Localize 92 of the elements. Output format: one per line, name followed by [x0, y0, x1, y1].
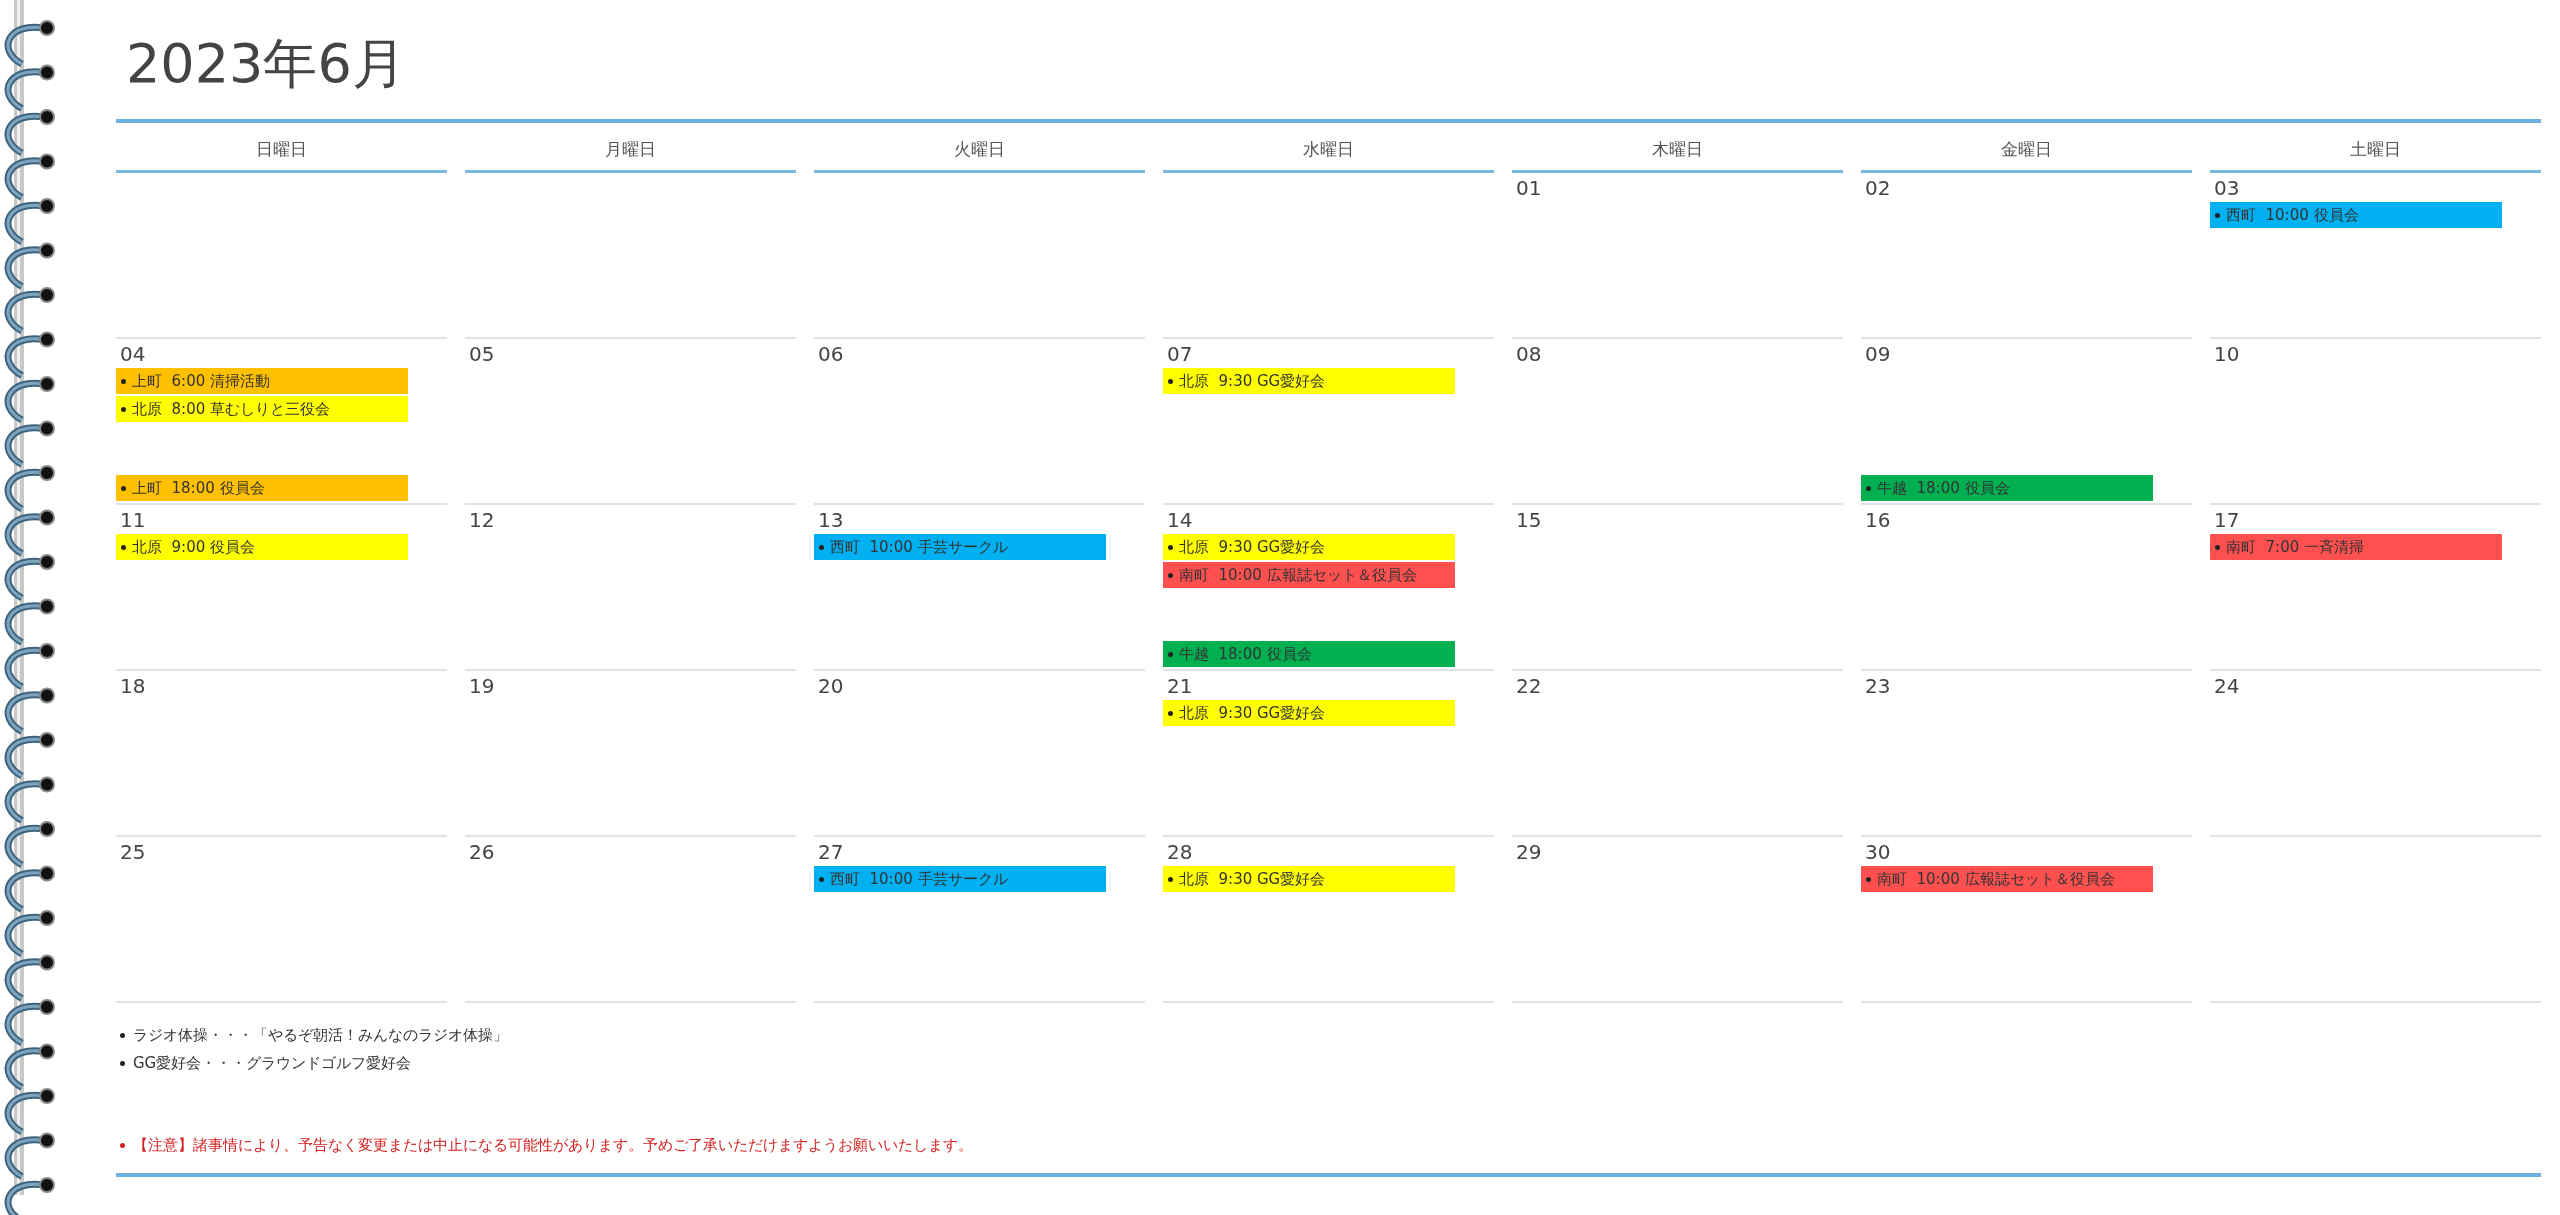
event-text: 北原 8:00 草むしりと三役会	[132, 399, 330, 420]
date-number: 26	[468, 839, 496, 866]
date-number: 03	[2213, 175, 2241, 202]
weekday-header: 木曜日	[1652, 139, 1703, 159]
event-bar[interactable]: 牛越 18:00 役員会	[1861, 475, 2153, 501]
date-number: 08	[1515, 341, 1543, 368]
bullet-icon	[2215, 212, 2220, 218]
date-number: 15	[1515, 507, 1543, 534]
month-title: 2023年6月	[125, 31, 407, 93]
event-bar[interactable]: 北原 9:30 GG愛好会	[1163, 368, 1455, 394]
date-number: 20	[817, 673, 845, 700]
bullet-icon	[819, 876, 824, 882]
event-bar[interactable]: 北原 9:00 役員会	[116, 534, 408, 560]
bullet-icon	[121, 544, 126, 550]
event-bar[interactable]: 西町 10:00 手芸サークル	[814, 534, 1106, 560]
event-bar[interactable]: 南町 10:00 広報誌セット＆役員会	[1163, 562, 1455, 588]
date-number: 13	[817, 507, 845, 534]
event-text: 北原 9:30 GG愛好会	[1179, 703, 1326, 724]
date-number: 11	[119, 507, 147, 534]
warning-note: 【注意】諸事情により、予告なく変更または中止になる可能性があります。予めご了承いただけますようお願いいたします。	[133, 1135, 973, 1155]
bullet-icon	[1168, 378, 1173, 384]
event-text: 北原 9:00 役員会	[132, 537, 255, 558]
date-number: 17	[2213, 507, 2241, 534]
date-number: 02	[1864, 175, 1892, 202]
event-bar[interactable]: 牛越 18:00 役員会	[1163, 641, 1455, 667]
bullet-icon	[120, 1032, 125, 1038]
event-text: 南町 10:00 広報誌セット＆役員会	[1179, 565, 1417, 586]
event-text: 北原 9:30 GG愛好会	[1179, 537, 1326, 558]
weekday-header: 火曜日	[954, 139, 1005, 159]
note-text: ラジオ体操・・・「やるぞ朝活！みんなのラジオ体操」	[133, 1025, 508, 1045]
note-text: GG愛好会・・・グラウンドゴルフ愛好会	[133, 1053, 412, 1073]
event-bar[interactable]: 北原 8:00 草むしりと三役会	[116, 396, 408, 422]
event-bar[interactable]: 上町 6:00 清掃活動	[116, 368, 408, 394]
date-number: 12	[468, 507, 496, 534]
date-number: 06	[817, 341, 845, 368]
bullet-icon	[120, 1060, 125, 1066]
bullet-icon	[819, 544, 824, 550]
bullet-icon	[1168, 710, 1173, 716]
date-number: 18	[119, 673, 147, 700]
weekday-header: 土曜日	[2350, 139, 2401, 159]
date-number: 19	[468, 673, 496, 700]
event-text: 上町 18:00 役員会	[132, 478, 265, 499]
weekday-header: 水曜日	[1303, 139, 1354, 159]
event-bar[interactable]: 西町 10:00 手芸サークル	[814, 866, 1106, 892]
event-text: 上町 6:00 清掃活動	[132, 371, 270, 392]
bullet-icon	[121, 485, 126, 491]
bullet-icon	[1866, 485, 1871, 491]
weekday-header: 金曜日	[2001, 139, 2052, 159]
date-number: 09	[1864, 341, 1892, 368]
event-text: 南町 7:00 一斉清掃	[2226, 537, 2364, 558]
event-bar[interactable]: 北原 9:30 GG愛好会	[1163, 700, 1455, 726]
bullet-icon	[1168, 572, 1173, 578]
event-bar[interactable]: 北原 9:30 GG愛好会	[1163, 534, 1455, 560]
bullet-icon	[1866, 876, 1871, 882]
date-number: 27	[817, 839, 845, 866]
date-number: 21	[1166, 673, 1194, 700]
event-text: 北原 9:30 GG愛好会	[1179, 869, 1326, 890]
event-bar[interactable]: 上町 18:00 役員会	[116, 475, 408, 501]
date-number: 30	[1864, 839, 1892, 866]
event-bar[interactable]: 南町 7:00 一斉清掃	[2210, 534, 2502, 560]
event-text: 西町 10:00 手芸サークル	[830, 537, 1008, 558]
date-number: 29	[1515, 839, 1543, 866]
event-bar[interactable]: 西町 10:00 役員会	[2210, 202, 2502, 228]
event-bar[interactable]: 南町 10:00 広報誌セット＆役員会	[1861, 866, 2153, 892]
bullet-icon	[2215, 544, 2220, 550]
date-number: 24	[2213, 673, 2241, 700]
date-number: 16	[1864, 507, 1892, 534]
date-number: 23	[1864, 673, 1892, 700]
date-number: 28	[1166, 839, 1194, 866]
event-text: 南町 10:00 広報誌セット＆役員会	[1877, 869, 2115, 890]
date-number: 01	[1515, 175, 1543, 202]
date-number: 05	[468, 341, 496, 368]
date-number: 22	[1515, 673, 1543, 700]
date-number: 14	[1166, 507, 1194, 534]
date-number: 04	[119, 341, 147, 368]
weekday-header: 日曜日	[256, 139, 307, 159]
bullet-icon	[1168, 544, 1173, 550]
date-number: 25	[119, 839, 147, 866]
event-text: 牛越 18:00 役員会	[1179, 644, 1312, 665]
date-number: 07	[1166, 341, 1194, 368]
weekday-header: 月曜日	[605, 139, 656, 159]
event-text: 西町 10:00 手芸サークル	[830, 869, 1008, 890]
bullet-icon	[1168, 876, 1173, 882]
bullet-icon	[1168, 651, 1173, 657]
event-text: 牛越 18:00 役員会	[1877, 478, 2010, 499]
event-text: 北原 9:30 GG愛好会	[1179, 371, 1326, 392]
bullet-icon	[121, 406, 126, 412]
event-bar[interactable]: 北原 9:30 GG愛好会	[1163, 866, 1455, 892]
event-text: 西町 10:00 役員会	[2226, 205, 2359, 226]
date-number: 10	[2213, 341, 2241, 368]
bullet-icon	[120, 1142, 125, 1148]
bullet-icon	[121, 378, 126, 384]
